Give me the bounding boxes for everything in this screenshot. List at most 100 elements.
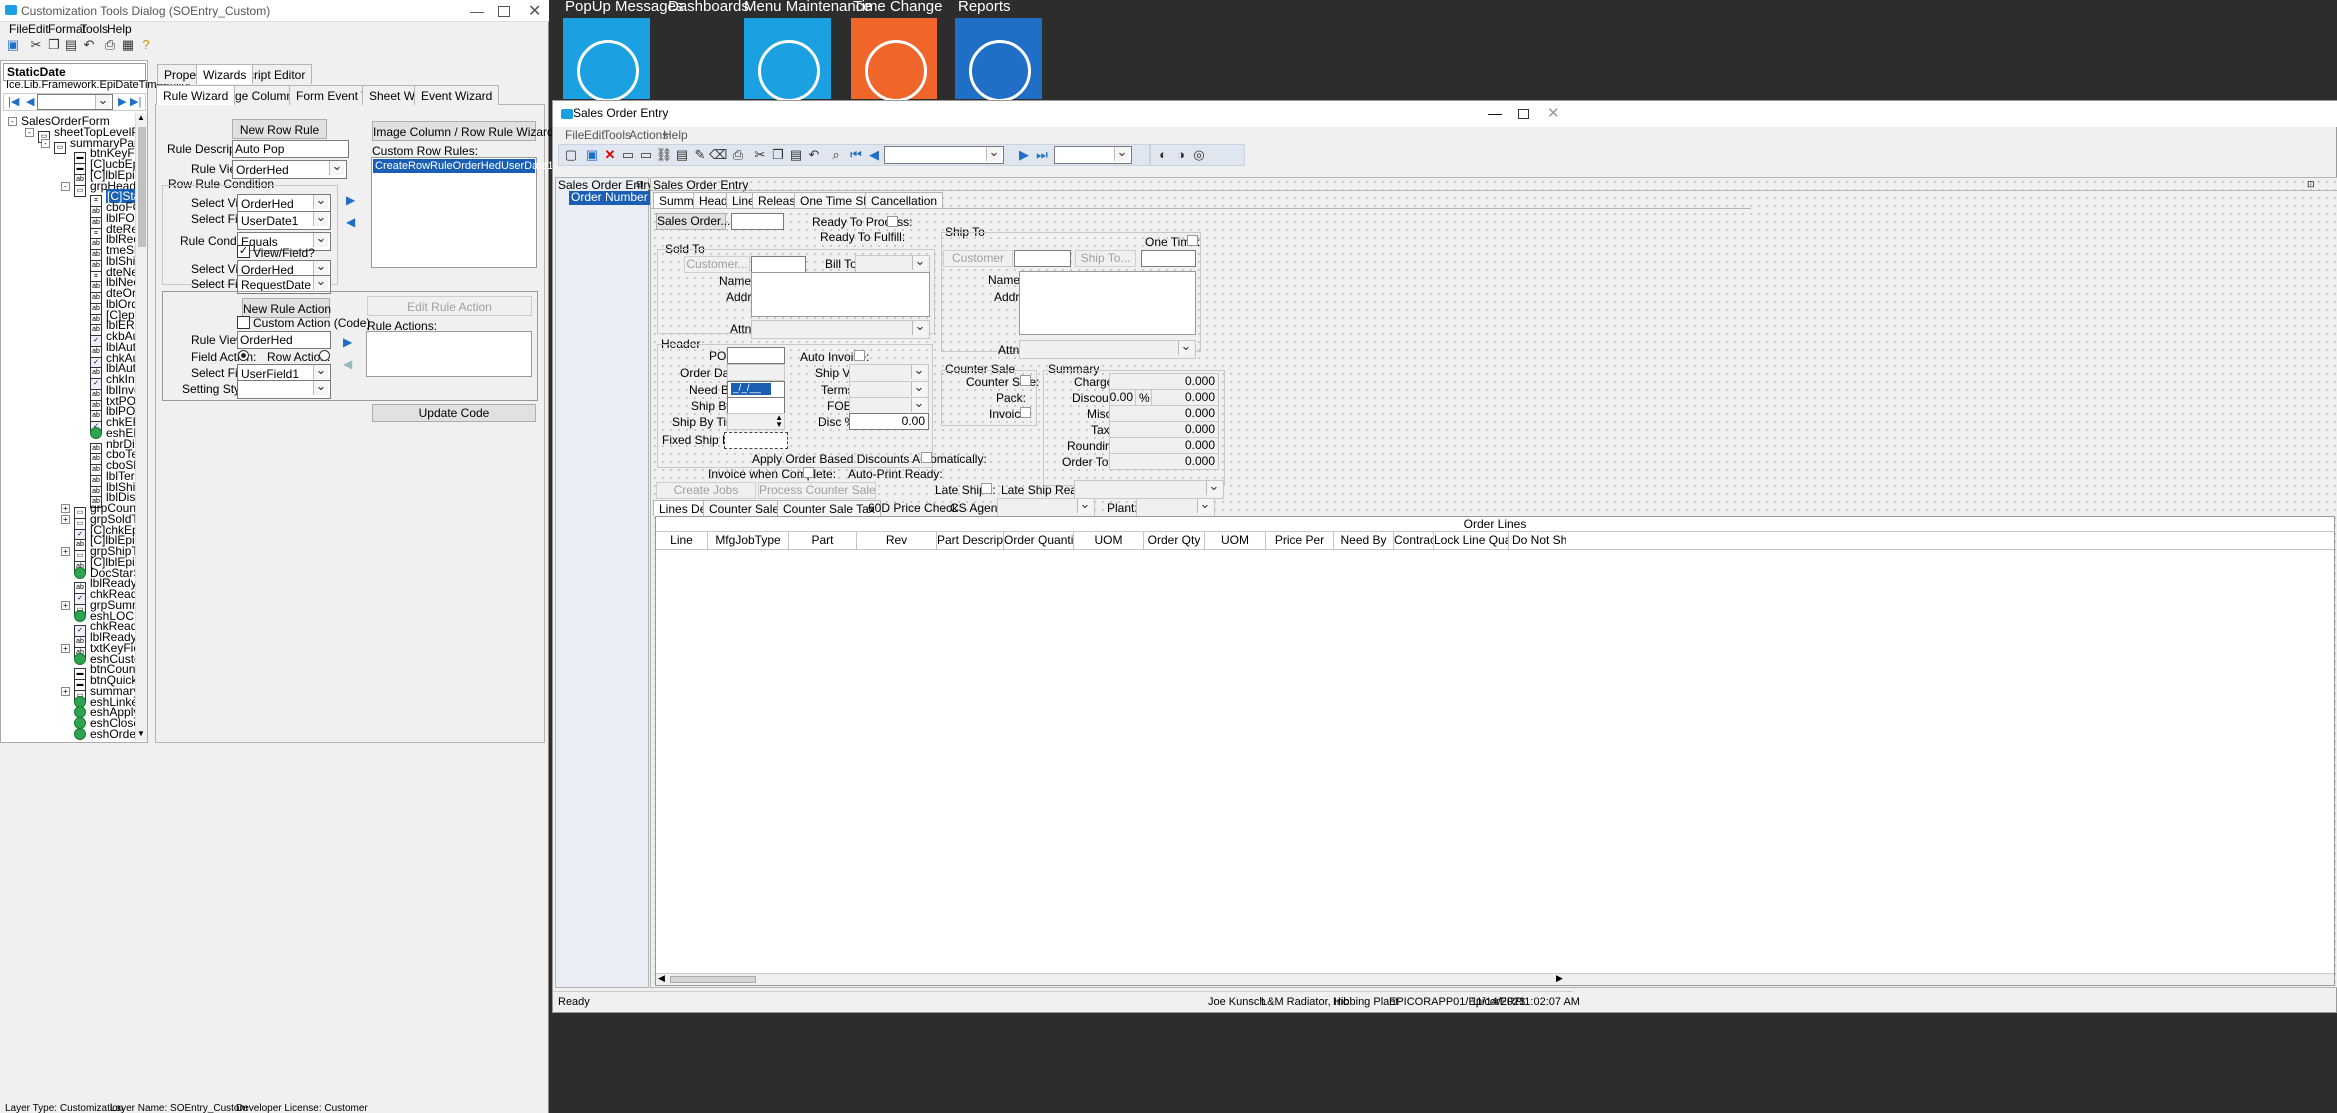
tree-item-order-number[interactable]: Order Number xyxy=(569,190,650,205)
col-uom[interactable]: UOM xyxy=(1074,532,1144,550)
col-part-description[interactable]: Part Description xyxy=(937,532,1004,550)
tab-rule-wizard[interactable]: Rule Wizard xyxy=(156,85,236,105)
custom-action-checkbox[interactable] xyxy=(237,316,250,329)
first-record-icon[interactable]: |◀ xyxy=(8,95,19,108)
col-rev[interactable]: Rev xyxy=(857,532,937,550)
save-icon[interactable]: ▣ xyxy=(583,146,601,164)
rule-description-input[interactable]: Auto Pop xyxy=(232,140,349,158)
print-icon[interactable]: ⎙ xyxy=(101,36,119,54)
new-rule-action-button[interactable]: New Rule Action xyxy=(242,298,331,318)
col-line[interactable]: Line xyxy=(656,532,708,550)
view-field-checkbox[interactable]: ✓ xyxy=(237,245,250,258)
action-arrow-right-icon[interactable]: ▶ xyxy=(343,335,352,349)
so-menu-help[interactable]: Help xyxy=(663,128,688,143)
col-mfgjobtype[interactable]: MfgJobType xyxy=(708,532,789,550)
plant-select[interactable] xyxy=(1136,498,1215,517)
pin-icon[interactable]: ⊡ xyxy=(636,179,644,190)
so-close-icon[interactable]: ✕ xyxy=(1547,104,1560,122)
col-do-not-ship-before[interactable]: Do Not Ship Bef xyxy=(1509,532,1566,550)
save-icon[interactable]: ▣ xyxy=(4,36,22,54)
action-arrow-left-icon[interactable]: ◀ xyxy=(343,357,352,371)
forward-icon[interactable]: ◑ xyxy=(1172,146,1190,164)
tab-cancellation[interactable]: Cancellation xyxy=(865,192,944,208)
undo-icon[interactable]: ↶ xyxy=(805,146,823,164)
scroll-down-icon[interactable]: ▼ xyxy=(137,729,145,738)
menu-file[interactable]: File xyxy=(9,22,28,37)
setting-styles-select[interactable] xyxy=(237,380,331,399)
new-icon[interactable]: ▢ xyxy=(562,146,580,164)
cs-agent-select[interactable] xyxy=(997,498,1095,517)
po-input[interactable] xyxy=(727,347,785,364)
record-navigator[interactable] xyxy=(884,146,1004,164)
home-icon[interactable]: ◎ xyxy=(1190,146,1208,164)
col-price-per[interactable]: Price Per xyxy=(1266,532,1334,550)
fixed-ship-date-input[interactable] xyxy=(724,432,788,449)
update-code-button[interactable]: Update Code xyxy=(372,404,536,422)
custom-row-rules-list[interactable]: CreateRowRuleOrderHedUserDate1Equals xyxy=(371,157,587,268)
order-date-input[interactable] xyxy=(727,364,785,381)
tab-wizards[interactable]: Wizards xyxy=(196,64,254,84)
minimize-icon[interactable]: — xyxy=(470,3,486,19)
panel-pin-icon[interactable]: ⊡ xyxy=(2307,179,2315,190)
cut-icon[interactable]: ✂ xyxy=(751,146,769,164)
select-field-select[interactable]: UserDate1 xyxy=(237,211,331,230)
delete-icon[interactable]: ✕ xyxy=(601,146,619,164)
attach-icon[interactable]: ⛓ xyxy=(655,146,673,164)
ready-to-process-checkbox[interactable] xyxy=(887,216,898,227)
prev-record-icon[interactable]: ◀ xyxy=(26,95,34,108)
tab-counter-sale-tax[interactable]: Counter Sale Tax xyxy=(777,500,881,516)
rule-actions-list[interactable] xyxy=(366,331,532,377)
so-menu-tools[interactable]: Tools xyxy=(603,128,631,143)
undo-icon[interactable]: ↶ xyxy=(80,36,98,54)
arrow-left-icon[interactable]: ◀ xyxy=(346,215,355,229)
sold-to-attn-select[interactable] xyxy=(751,320,930,339)
sales-order-button[interactable]: Sales Order... xyxy=(656,213,730,230)
scroll-right-icon[interactable]: ▶ xyxy=(1556,973,1563,984)
so-maximize-icon[interactable] xyxy=(1518,109,1529,119)
custom-row-rule-item[interactable]: CreateRowRuleOrderHedUserDate1Equals xyxy=(373,159,587,173)
col-lock-line-quantity[interactable]: Lock Line Quantity xyxy=(1434,532,1509,550)
so-menu-file[interactable]: File xyxy=(565,128,584,143)
cut-icon[interactable]: ✂ xyxy=(27,36,45,54)
close-icon[interactable]: ✕ xyxy=(528,1,541,21)
collapse-icon[interactable]: - xyxy=(25,127,34,137)
late-ship-reason-select[interactable] xyxy=(1074,480,1224,499)
ship-by-time-input[interactable]: ▲ ▼ xyxy=(727,413,785,430)
memo-icon[interactable]: ▤ xyxy=(673,146,691,164)
tile-time-change[interactable] xyxy=(851,18,937,102)
late-ship-checkbox[interactable] xyxy=(981,483,992,494)
tab-event-wizard[interactable]: Event Wizard xyxy=(414,85,500,105)
h-scroll-thumb[interactable] xyxy=(670,976,756,983)
ship-by-input[interactable] xyxy=(727,397,785,414)
help-icon[interactable]: ? xyxy=(137,36,155,54)
collapse-icon[interactable]: - xyxy=(61,181,70,191)
menu-tools[interactable]: Tools xyxy=(80,22,108,37)
preview-icon[interactable]: ▦ xyxy=(119,36,137,54)
tile-reports[interactable] xyxy=(955,18,1042,102)
search-icon[interactable]: ⌕ xyxy=(827,146,845,164)
counter-sale-checkbox[interactable] xyxy=(1020,375,1031,386)
need-by-input[interactable]: _/_/__ xyxy=(727,381,785,398)
maximize-icon[interactable] xyxy=(498,6,510,17)
ship-to-id-input[interactable] xyxy=(1141,250,1196,267)
sales-order-input[interactable] xyxy=(731,213,784,230)
next-icon[interactable]: ▶ xyxy=(1015,146,1033,164)
clear-icon[interactable]: ▭ xyxy=(637,146,655,164)
spin-icon[interactable]: ▲ ▼ xyxy=(775,414,783,429)
ship-to-attn-select[interactable] xyxy=(1019,340,1196,359)
col-need-by[interactable]: Need By xyxy=(1334,532,1394,550)
customer-id-input[interactable] xyxy=(751,256,806,273)
paste-icon[interactable]: ▤ xyxy=(62,36,80,54)
action-rule-view-input[interactable]: OrderHed xyxy=(237,331,331,349)
eraser-icon[interactable]: ⌫ xyxy=(709,146,727,164)
one-time-checkbox[interactable] xyxy=(1187,235,1198,246)
last-record-icon[interactable]: ▶| xyxy=(130,95,141,108)
so-minimize-icon[interactable]: — xyxy=(1488,105,1502,121)
col-uom-2[interactable]: UOM xyxy=(1205,532,1266,550)
refresh-icon[interactable]: ▭ xyxy=(619,146,637,164)
menu-edit[interactable]: Edit xyxy=(28,22,49,37)
col-order-quantity[interactable]: Order Quantity xyxy=(1004,532,1074,550)
field-action-radio[interactable] xyxy=(238,350,249,361)
print-icon[interactable]: ⎙ xyxy=(729,146,747,164)
ship-customer-input[interactable] xyxy=(1014,250,1071,267)
